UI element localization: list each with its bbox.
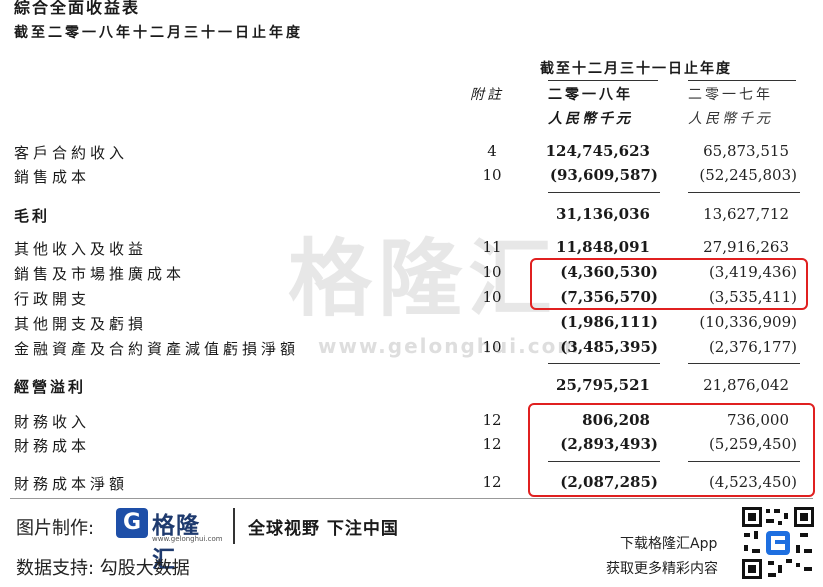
data-support-label: 数据支持: 勾股大数据 [16,558,190,579]
more-content-text: 获取更多精彩内容 [606,561,718,577]
row-label: 其他開支及虧損 [14,315,148,333]
row-label: 經營溢利 [14,378,87,396]
value-2018: 31,136,036 [556,205,650,223]
note-header: 附註 [470,87,504,103]
footer-separator [233,508,235,544]
value-2017: 65,873,515 [703,142,789,160]
value-2017: (2,376,177) [708,338,797,356]
value-2017: 27,916,263 [703,238,789,256]
subtotal-rule [688,192,800,193]
row-label: 銷售及市場推廣成本 [14,265,186,283]
row-impairment: 金融資產及合約資產減值虧損淨額 10 (3,485,395) (2,376,17… [0,338,823,362]
qr-code-icon[interactable] [740,505,816,581]
footer-divider [10,498,813,499]
value-2018: (1,986,111) [560,313,658,331]
row-note: 4 [487,142,497,160]
highlight-box-finance [528,403,815,497]
row-label: 銷售成本 [14,168,91,186]
brand-slogan: 全球视野 下注中国 [248,519,399,539]
brand-logo-icon: G [116,508,148,538]
row-note: 10 [482,166,502,184]
period-header: 截至十二月三十一日止年度 [540,61,732,77]
row-note: 12 [482,435,502,453]
row-note: 10 [482,263,502,281]
unit-2018-header: 人民幣千元 [548,111,633,127]
row-label: 行政開支 [14,290,91,308]
value-2018: (93,609,587) [549,166,658,184]
statement-subtitle: 截至二零一八年十二月三十一日止年度 [14,25,303,41]
year-2018-header: 二零一八年 [548,87,633,103]
value-2018: 11,848,091 [556,238,650,256]
row-label: 其他收入及收益 [14,240,148,258]
income-statement-page: 綜合全面收益表 截至二零一八年十二月三十一日止年度 格隆汇 www.gelong… [0,0,823,587]
brand-logo[interactable]: G 格隆汇 www.gelonghui.com [116,506,223,573]
download-app-text: 下载格隆汇App [620,536,718,552]
value-2017: (10,336,909) [699,313,797,331]
unit-2017-header: 人民幣千元 [688,111,773,127]
row-cost-of-sales: 銷售成本 10 (93,609,587) (52,245,803) [0,166,823,190]
value-2017: 21,876,042 [703,376,789,394]
value-2017: (52,245,803) [699,166,797,184]
row-label: 財務收入 [14,413,91,431]
value-2017: 13,627,712 [703,205,789,223]
brand-logo-url: www.gelonghui.com [152,535,223,543]
header-rule-2018 [548,80,658,81]
statement-title: 綜合全面收益表 [14,0,141,17]
value-2018: 25,795,521 [556,376,650,394]
subtotal-rule [688,363,800,364]
row-label: 金融資產及合約資產減值虧損淨額 [14,340,300,358]
value-2018: 124,745,623 [545,142,650,160]
value-2018: (3,485,395) [560,338,658,356]
row-note: 12 [482,411,502,429]
row-note: 10 [482,338,502,356]
row-other-expenses: 其他開支及虧損 (1,986,111) (10,336,909) [0,313,823,337]
row-revenue: 客戶合約收入 4 124,745,623 65,873,515 [0,142,823,166]
row-note: 11 [482,238,502,256]
row-operating-profit: 經營溢利 25,795,521 21,876,042 [0,376,823,400]
row-label: 財務成本淨額 [14,475,129,493]
row-note: 12 [482,473,502,491]
header-rule-2017 [688,80,796,81]
row-note: 10 [482,288,502,306]
year-2017-header: 二零一七年 [688,87,773,103]
row-gross-profit: 毛利 31,136,036 13,627,712 [0,205,823,229]
subtotal-rule [548,363,660,364]
row-label: 毛利 [14,207,51,225]
made-by-label: 图片制作: [16,518,95,539]
subtotal-rule [548,192,660,193]
row-label: 財務成本 [14,437,91,455]
highlight-box-expenses [530,258,808,310]
row-label: 客戶合約收入 [14,144,129,162]
